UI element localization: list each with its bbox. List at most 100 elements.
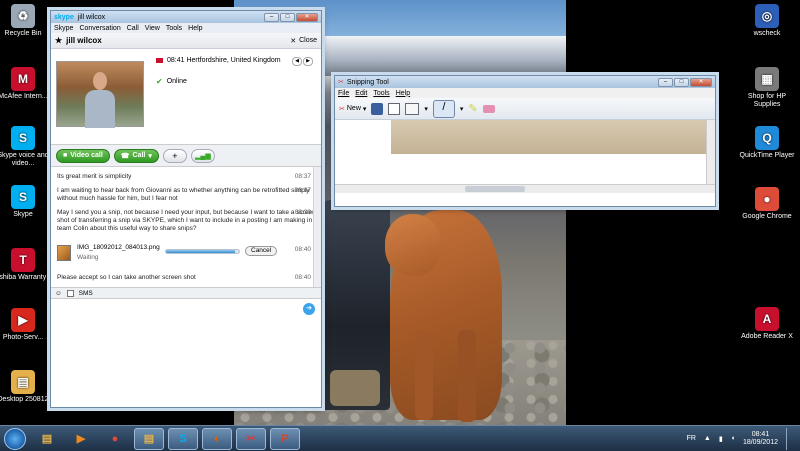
desktop-icon-label: Google Chrome — [742, 213, 792, 220]
printer-icon: ▦ — [755, 67, 779, 91]
favorite-star-icon[interactable]: ★ — [55, 36, 62, 45]
desktop-icon[interactable]: ♻ Recycle Bin — [0, 4, 54, 38]
maximize-button[interactable]: □ — [674, 77, 689, 87]
desktop-icon[interactable]: A Adobe Reader X — [736, 307, 798, 341]
snipping-toolbar: ✂ New ▾ ▾ / ▾ ✎ — [335, 98, 715, 120]
desktop-icon[interactable]: ▤ Desktop 250812 — [0, 370, 54, 404]
cancel-transfer-button[interactable]: Cancel — [245, 246, 278, 256]
desktop-icon[interactable]: M McAfee Intern... — [0, 67, 54, 101]
network-icon[interactable]: ▮ — [719, 435, 723, 443]
desktop-icon[interactable]: S Skype voice and video... — [0, 126, 54, 168]
adobe-reader-icon: A — [755, 307, 779, 331]
taskbar-folder-button[interactable]: ▤ — [134, 427, 164, 450]
file-image-icon — [57, 245, 71, 261]
desktop-icon-label: Skype voice and video... — [0, 152, 49, 167]
chevron-down-icon: ▾ — [362, 105, 367, 113]
add-button[interactable]: + — [162, 148, 187, 163]
video-call-button[interactable]: ■ Video call — [56, 148, 110, 163]
highlighter-icon[interactable]: ✎ — [468, 102, 477, 115]
desktop-icon[interactable]: ◎ wscheck — [736, 4, 798, 38]
desktop-icon[interactable]: T Toshiba Warranty ... — [0, 248, 54, 282]
tray-arrow-icon[interactable]: ▲ — [704, 435, 711, 442]
taskbar-chrome-button[interactable]: ● — [100, 428, 130, 450]
taskbar-snipping-tool-button[interactable]: ✂ — [236, 427, 266, 450]
dog-head — [385, 214, 441, 276]
desktop-icon[interactable]: Q QuickTime Player — [736, 126, 798, 160]
close-window-button[interactable]: ✕ — [690, 77, 712, 87]
send-icon[interactable]: ➔ — [303, 303, 315, 315]
close-window-button[interactable]: ✕ — [296, 12, 318, 22]
menu-item[interactable]: Tools — [373, 90, 389, 97]
menu-item[interactable]: Help — [188, 25, 202, 32]
send-snip-icon[interactable] — [405, 102, 420, 115]
volume-icon[interactable]: ◖ — [731, 435, 735, 442]
taskbar-skype-button[interactable]: S — [168, 427, 198, 450]
start-button[interactable] — [4, 427, 26, 450]
prev-arrow-icon[interactable]: ◀ — [292, 57, 302, 66]
desktop-icon[interactable]: ▶ Photo-Serv... — [0, 308, 54, 342]
minimize-button[interactable]: – — [658, 77, 673, 87]
menu-item[interactable]: Help — [396, 90, 410, 97]
desktop-icon-label: Adobe Reader X — [741, 333, 793, 340]
quicktime-icon: Q — [755, 126, 779, 150]
chrome-icon: ● — [111, 432, 119, 445]
file-name: IMG_18092012_084013.png — [77, 244, 160, 251]
folder-icon: ▤ — [11, 370, 35, 394]
taskbar-firefox-button[interactable]: ◐ — [202, 427, 232, 450]
snipping-menu: File Edit Tools Help — [335, 88, 715, 98]
desktop-icon-label: Desktop 250812 — [0, 396, 49, 403]
vertical-scrollbar[interactable] — [706, 120, 715, 184]
snipping-tool-window[interactable]: ✂ Snipping Tool – □ ✕ File Edit Tools Help … — [334, 75, 716, 207]
menu-item[interactable]: File — [338, 90, 349, 97]
skype-logo-icon: skype — [54, 13, 74, 21]
window-title: Snipping Tool — [346, 78, 389, 86]
skype-window[interactable]: skype jill wilcox – □ ✕ Skype Conversatio… — [50, 10, 322, 408]
snipping-titlebar[interactable]: ✂ Snipping Tool – □ ✕ — [335, 76, 715, 88]
sms-checkbox[interactable] — [66, 289, 74, 297]
menu-item[interactable]: Skype — [54, 25, 73, 32]
menu-item[interactable]: View — [145, 25, 160, 32]
menu-item[interactable]: Edit — [355, 90, 367, 97]
taskbar-explorer-button[interactable]: ▤ — [32, 428, 62, 450]
taskbar-powerpoint-button[interactable]: P — [270, 427, 300, 450]
chevron-down-icon[interactable]: ▾ — [460, 105, 464, 113]
maximize-button[interactable]: □ — [280, 12, 295, 22]
skype-icon: S — [11, 126, 35, 150]
desktop-icon-label: Recycle Bin — [4, 30, 42, 37]
chat-message: Please accept so I can take another scre… — [57, 274, 196, 281]
message-input[interactable]: ➔ — [51, 299, 321, 387]
scissors-icon: ✂ — [338, 79, 344, 86]
call-button[interactable]: ☎ Call ▾ — [113, 148, 159, 163]
minimize-button[interactable]: – — [264, 12, 279, 22]
show-desktop-button[interactable] — [786, 427, 794, 450]
desktop-icon[interactable]: ● Google Chrome — [736, 187, 798, 221]
signal-quality-icon[interactable]: ▂▄▆ — [190, 148, 215, 163]
language-indicator[interactable]: FR — [687, 435, 696, 442]
skype-titlebar[interactable]: skype jill wilcox – □ ✕ — [51, 11, 321, 23]
message-time: 08:37 — [294, 173, 311, 180]
transfer-status: Waiting — [77, 254, 99, 261]
horizontal-scrollbar[interactable] — [335, 184, 715, 193]
chat-message: Its great merit is simplicity — [57, 173, 132, 180]
pen-button[interactable]: / — [432, 99, 455, 118]
taskbar-media-player-button[interactable]: ▶ — [66, 428, 96, 450]
emoticon-icon[interactable]: ☺ — [55, 290, 62, 297]
save-icon[interactable] — [371, 102, 384, 115]
copy-icon[interactable] — [388, 102, 401, 115]
desktop-icon[interactable]: ▦ Shop for HP Supplies — [736, 67, 798, 109]
skype-icon: S — [179, 432, 187, 445]
desktop-icon[interactable]: S Skype — [0, 185, 54, 219]
close-conversation-button[interactable]: ✕ Close — [290, 37, 317, 45]
menu-item[interactable]: Call — [127, 25, 139, 32]
next-arrow-icon[interactable]: ▶ — [303, 57, 313, 66]
chat-scrollbar[interactable] — [313, 167, 321, 287]
clock[interactable]: 08:41 18/09/2012 — [743, 431, 778, 447]
contact-name: jill wilcox — [66, 36, 102, 45]
menu-item[interactable]: Tools — [166, 25, 182, 32]
new-snip-button[interactable]: ✂ New ▾ — [339, 105, 366, 113]
skype-icon: S — [11, 185, 35, 209]
eraser-icon[interactable] — [482, 104, 495, 113]
contact-status: Online — [166, 78, 187, 85]
chevron-down-icon[interactable]: ▾ — [424, 105, 428, 113]
menu-item[interactable]: Conversation — [79, 25, 120, 32]
